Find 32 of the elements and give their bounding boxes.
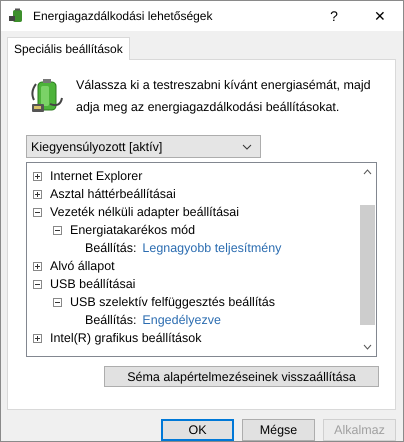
dialog-button[interactable]: OK bbox=[161, 419, 234, 441]
expand-icon[interactable] bbox=[33, 172, 42, 180]
tree-item[interactable]: Intel(R) grafikus beállítások bbox=[50, 331, 202, 345]
collapse-icon[interactable] bbox=[33, 208, 42, 216]
scroll-up-icon[interactable] bbox=[363, 169, 372, 175]
expand-icon[interactable] bbox=[33, 334, 42, 342]
setting-value[interactable]: Legnagyobb teljesítmény bbox=[142, 241, 282, 255]
close-button[interactable]: ✕ bbox=[357, 1, 403, 31]
restore-defaults-button[interactable]: Séma alapértelmezéseinek visszaállítása bbox=[104, 366, 379, 387]
plan-dropdown[interactable]: Kiegyensúlyozott [aktív] bbox=[26, 135, 261, 158]
tree-item[interactable]: USB beállításai bbox=[50, 277, 136, 291]
tree-item[interactable]: Internet Explorer bbox=[50, 169, 142, 183]
scroll-down-icon[interactable] bbox=[363, 344, 372, 350]
setting-label: Beállítás: bbox=[85, 313, 136, 327]
expand-icon[interactable] bbox=[33, 190, 42, 198]
window-title: Energiagazdálkodási lehetőségek bbox=[33, 9, 214, 23]
description-text: Válassza ki a testreszabni kívánt energiasémát, majd adja meg az energiagazdálkodási beállításokat. bbox=[76, 77, 372, 116]
setting-value[interactable]: Engedélyezve bbox=[142, 313, 221, 327]
collapse-icon[interactable] bbox=[53, 298, 62, 306]
setting-label: Beállítás: bbox=[85, 241, 136, 255]
tree-item[interactable]: Alvó állapot bbox=[50, 259, 115, 273]
tree-item[interactable]: Energiatakarékos mód bbox=[70, 223, 196, 237]
expand-icon[interactable] bbox=[33, 262, 42, 270]
collapse-icon[interactable] bbox=[33, 280, 42, 288]
tree-item[interactable]: USB szelektív felfüggesztés beállítás bbox=[70, 295, 275, 309]
caret-icon bbox=[242, 144, 252, 150]
collapse-icon[interactable] bbox=[53, 226, 62, 234]
tab[interactable]: Speciális beállítások bbox=[7, 37, 130, 60]
help-button[interactable]: ? bbox=[311, 1, 357, 31]
dialog-button[interactable]: Mégse bbox=[242, 419, 315, 441]
tree-item[interactable]: Asztal háttérbeállításai bbox=[50, 187, 176, 201]
tree-item[interactable]: Vezeték nélküli adapter beállításai bbox=[50, 205, 240, 219]
